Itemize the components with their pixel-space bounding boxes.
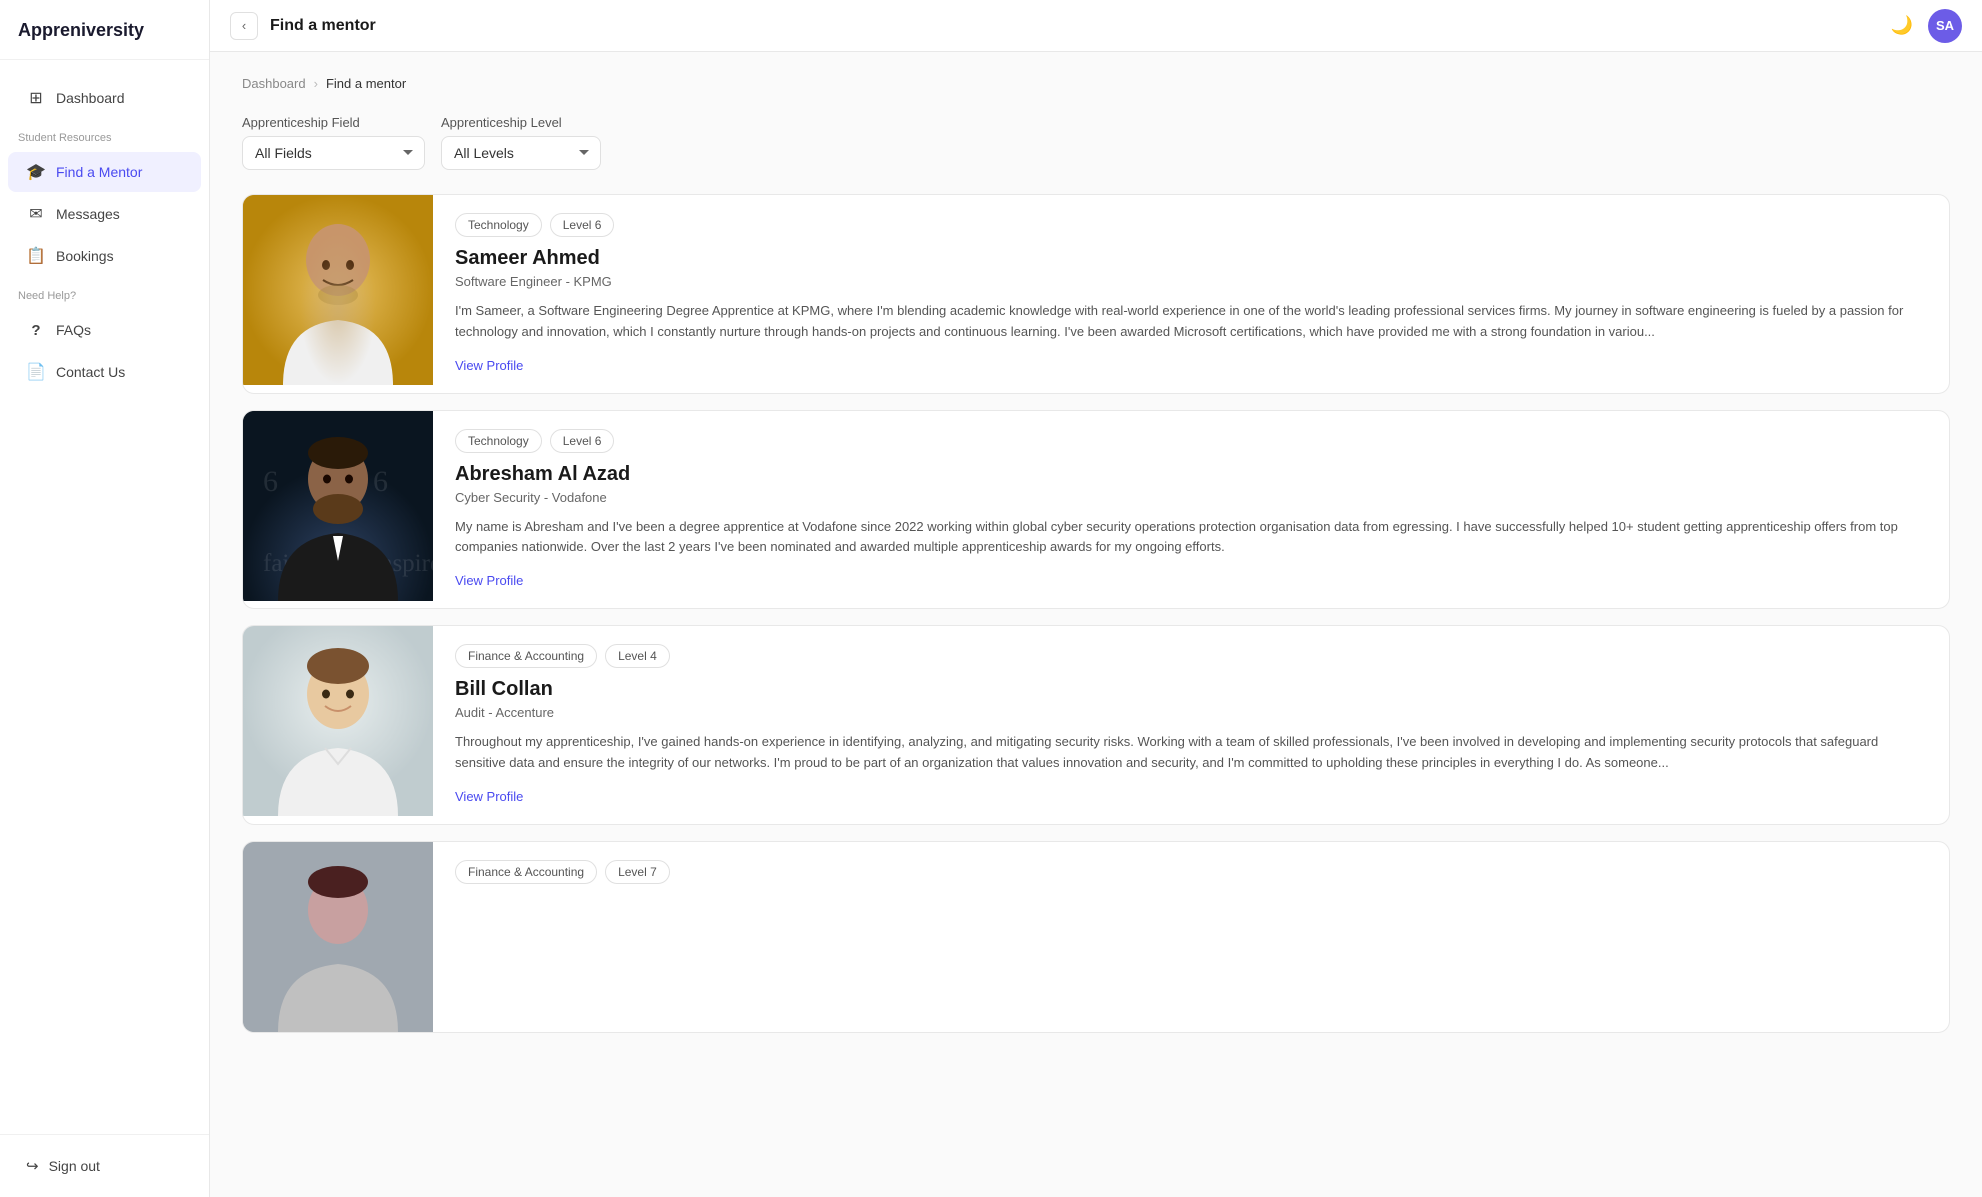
sidebar: Appreniversity ⊞ Dashboard Student Resou… — [0, 0, 210, 1197]
mentor-photo-4 — [243, 842, 433, 1032]
sidebar-bottom: ↪ Sign out — [0, 1134, 209, 1197]
mentor-card: Technology Level 6 Sameer Ahmed Software… — [242, 194, 1950, 394]
theme-toggle-button[interactable]: 🌙 — [1886, 10, 1918, 42]
mentor-bio-bill: Throughout my apprenticeship, I've gaine… — [455, 732, 1927, 774]
mentor-role-abresham: Cyber Security - Vodafone — [455, 490, 1927, 505]
tag-level-2: Level 6 — [550, 429, 615, 453]
mentor-tags-bill: Finance & Accounting Level 4 — [455, 644, 1927, 668]
tag-technology: Technology — [455, 213, 542, 237]
bookings-icon: 📋 — [26, 246, 46, 266]
mentor-card: Finance & Accounting Level 4 Bill Collan… — [242, 625, 1950, 825]
sign-out-button[interactable]: ↪ Sign out — [8, 1147, 201, 1185]
sign-out-icon: ↪ — [26, 1157, 39, 1175]
breadcrumb-separator: › — [314, 76, 318, 91]
page-title: Find a mentor — [270, 17, 376, 35]
sidebar-item-label: Messages — [56, 206, 120, 222]
sidebar-item-label: Bookings — [56, 248, 114, 264]
mentor-info-abresham: Technology Level 6 Abresham Al Azad Cybe… — [433, 411, 1949, 609]
mentor-tags-sameer: Technology Level 6 — [455, 213, 1927, 237]
tag-finance: Finance & Accounting — [455, 644, 597, 668]
mentor-name-bill: Bill Collan — [455, 678, 1927, 701]
content-area: Dashboard › Find a mentor Apprenticeship… — [210, 52, 1982, 1197]
mentor-info-sameer: Technology Level 6 Sameer Ahmed Software… — [433, 195, 1949, 393]
field-filter-select[interactable]: All Fields Technology Finance & Accounti… — [242, 136, 425, 170]
tag-finance-2: Finance & Accounting — [455, 860, 597, 884]
faqs-icon: ? — [26, 320, 46, 340]
sign-out-label: Sign out — [49, 1158, 100, 1174]
breadcrumb-parent[interactable]: Dashboard — [242, 76, 306, 91]
filters-bar: Apprenticeship Field All Fields Technolo… — [242, 115, 1950, 170]
sidebar-item-label: Dashboard — [56, 90, 125, 106]
avatar: SA — [1928, 9, 1962, 43]
dashboard-icon: ⊞ — [26, 88, 46, 108]
mentor-photo-abresham: 6 6 inspire faith — [243, 411, 433, 601]
mentor-info-4: Finance & Accounting Level 7 — [433, 842, 1949, 1032]
app-logo: Appreniversity — [0, 0, 209, 60]
mentor-card: 6 6 inspire faith — [242, 410, 1950, 610]
field-filter-label: Apprenticeship Field — [242, 115, 425, 130]
mentor-card: Finance & Accounting Level 7 — [242, 841, 1950, 1033]
mentor-name-abresham: Abresham Al Azad — [455, 463, 1927, 486]
svg-text:6: 6 — [263, 465, 278, 498]
main-content: ‹ Find a mentor 🌙 SA Dashboard › Find a … — [210, 0, 1982, 1197]
tag-level: Level 6 — [550, 213, 615, 237]
sidebar-item-dashboard[interactable]: ⊞ Dashboard — [8, 78, 201, 118]
sidebar-nav: ⊞ Dashboard Student Resources 🎓 Find a M… — [0, 60, 209, 1134]
collapse-sidebar-button[interactable]: ‹ — [230, 12, 258, 40]
level-filter-label: Apprenticeship Level — [441, 115, 601, 130]
svg-text:6: 6 — [373, 465, 388, 498]
sidebar-item-label: FAQs — [56, 322, 91, 338]
mentor-info-bill: Finance & Accounting Level 4 Bill Collan… — [433, 626, 1949, 824]
contact-icon: 📄 — [26, 362, 46, 382]
level-filter-select[interactable]: All Levels Level 3 Level 4 Level 5 Level… — [441, 136, 601, 170]
sidebar-item-label: Contact Us — [56, 364, 125, 380]
level-filter-group: Apprenticeship Level All Levels Level 3 … — [441, 115, 601, 170]
sidebar-section-help: Need Help? — [0, 278, 209, 308]
mentor-role-sameer: Software Engineer - KPMG — [455, 274, 1927, 289]
sidebar-item-find-mentor[interactable]: 🎓 Find a Mentor — [8, 152, 201, 192]
sidebar-section-student-resources: Student Resources — [0, 120, 209, 150]
mentor-role-bill: Audit - Accenture — [455, 705, 1927, 720]
topbar: ‹ Find a mentor 🌙 SA — [210, 0, 1982, 52]
messages-icon: ✉ — [26, 204, 46, 224]
mentor-bio-sameer: I'm Sameer, a Software Engineering Degre… — [455, 301, 1927, 343]
sidebar-item-label: Find a Mentor — [56, 164, 142, 180]
mentor-photo-bill — [243, 626, 433, 816]
breadcrumb-current: Find a mentor — [326, 76, 406, 91]
field-filter-group: Apprenticeship Field All Fields Technolo… — [242, 115, 425, 170]
sidebar-item-contact[interactable]: 📄 Contact Us — [8, 352, 201, 392]
view-profile-sameer[interactable]: View Profile — [455, 358, 523, 373]
mentor-icon: 🎓 — [26, 162, 46, 182]
breadcrumb: Dashboard › Find a mentor — [242, 76, 1950, 91]
tag-level-3: Level 4 — [605, 644, 670, 668]
sidebar-item-bookings[interactable]: 📋 Bookings — [8, 236, 201, 276]
sidebar-item-messages[interactable]: ✉ Messages — [8, 194, 201, 234]
mentor-tags-4: Finance & Accounting Level 7 — [455, 860, 1927, 884]
mentor-list: Technology Level 6 Sameer Ahmed Software… — [242, 194, 1950, 1033]
mentor-tags-abresham: Technology Level 6 — [455, 429, 1927, 453]
tag-level-4: Level 7 — [605, 860, 670, 884]
topbar-left: ‹ Find a mentor — [230, 12, 376, 40]
topbar-right: 🌙 SA — [1886, 9, 1962, 43]
mentor-bio-abresham: My name is Abresham and I've been a degr… — [455, 517, 1927, 559]
tag-technology-2: Technology — [455, 429, 542, 453]
view-profile-bill[interactable]: View Profile — [455, 789, 523, 804]
mentor-photo-sameer — [243, 195, 433, 385]
sidebar-item-faqs[interactable]: ? FAQs — [8, 310, 201, 350]
mentor-name-sameer: Sameer Ahmed — [455, 247, 1927, 270]
view-profile-abresham[interactable]: View Profile — [455, 573, 523, 588]
